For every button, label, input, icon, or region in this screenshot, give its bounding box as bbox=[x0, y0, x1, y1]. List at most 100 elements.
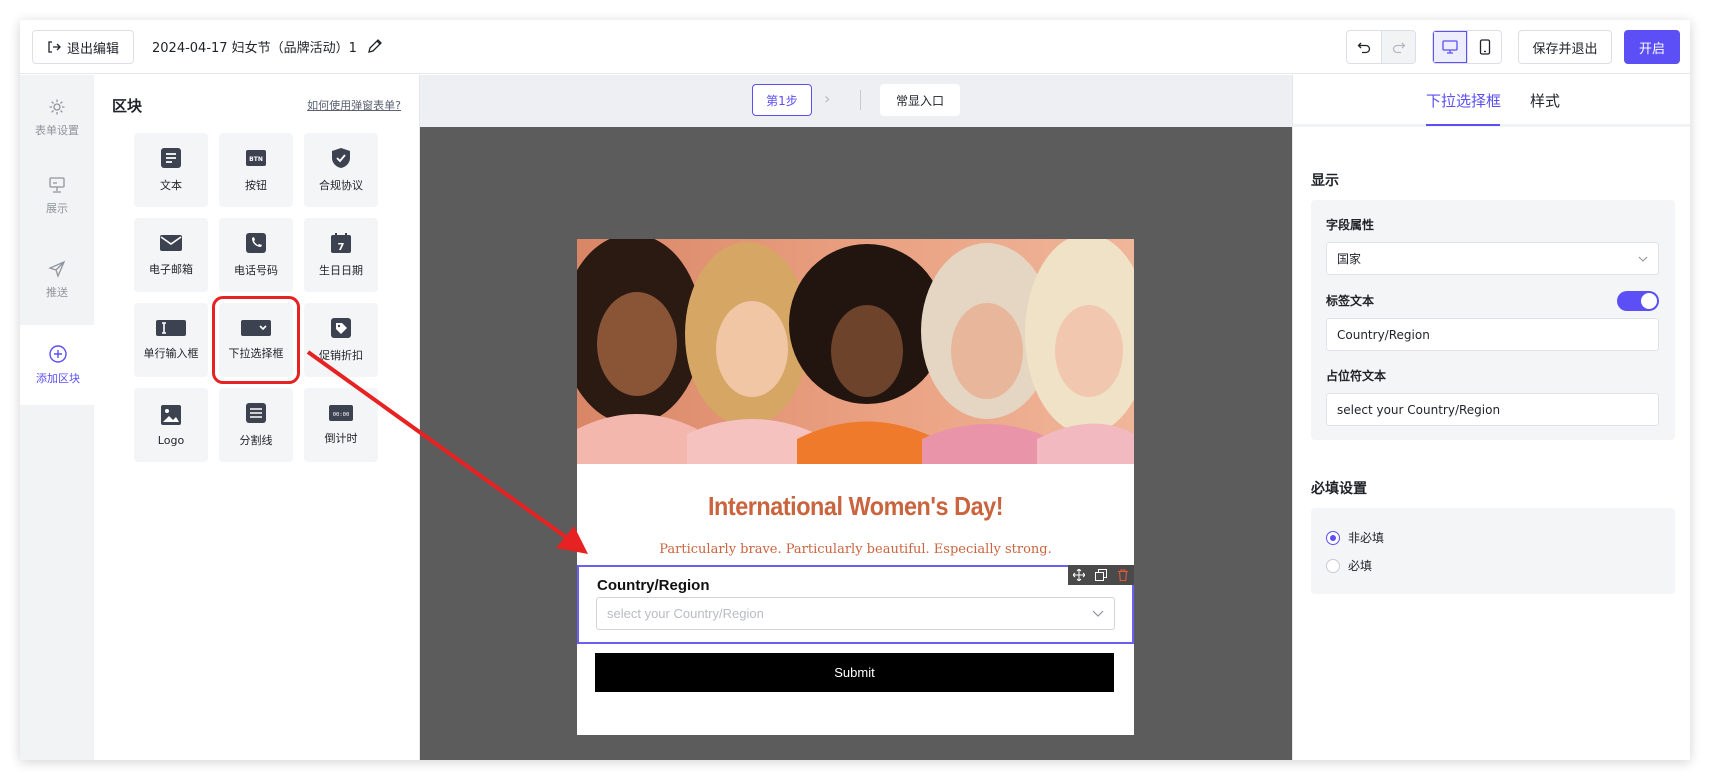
required-section-title: 必填设置 bbox=[1311, 481, 1367, 497]
block-tile-compliance[interactable]: 合规协议 bbox=[304, 133, 378, 207]
popup-headline: International Women's Day! bbox=[707, 491, 1004, 521]
rail-item-form-settings[interactable]: 表单设置 bbox=[20, 79, 94, 157]
radio-required[interactable]: 必填 bbox=[1326, 557, 1372, 574]
mobile-view-button[interactable] bbox=[1467, 31, 1501, 63]
left-rail: 表单设置 展示 推送 添加区块 bbox=[20, 75, 96, 760]
blocks-panel: 区块 如何使用弹窗表单? 文本 BTN 按钮 合规协议 电子邮箱 电话号码 7 … bbox=[94, 75, 420, 760]
popup-form-preview: International Women's Day! Particularly … bbox=[577, 239, 1134, 735]
radio-button[interactable] bbox=[1326, 558, 1340, 573]
mobile-icon bbox=[1479, 39, 1490, 55]
block-tile-label: 电子邮箱 bbox=[149, 263, 193, 276]
save-and-exit-button[interactable]: 保存并退出 bbox=[1518, 30, 1612, 64]
label-text-toggle[interactable] bbox=[1617, 291, 1659, 311]
move-icon[interactable] bbox=[1073, 569, 1085, 581]
label-text-input[interactable]: Country/Region bbox=[1326, 318, 1659, 351]
tab-style[interactable]: 样式 bbox=[1530, 90, 1560, 111]
copy-icon[interactable] bbox=[1095, 569, 1107, 581]
required-settings-card: 非必填 必填 bbox=[1311, 508, 1675, 594]
undo-redo-group bbox=[1346, 30, 1416, 64]
shield-check-icon bbox=[332, 148, 350, 168]
text-icon bbox=[161, 148, 181, 168]
block-tile-countdown[interactable]: 00:00 倒计时 bbox=[304, 388, 378, 462]
device-toggle-group bbox=[1432, 30, 1502, 64]
trash-icon[interactable] bbox=[1117, 569, 1129, 581]
display-settings-card: 字段属性 国家 标签文本 Country/Region 占位符文本 select… bbox=[1311, 200, 1675, 440]
redo-icon bbox=[1392, 42, 1405, 54]
block-tile-phone[interactable]: 电话号码 bbox=[219, 218, 293, 292]
countdown-icon-badge: 00:00 bbox=[333, 412, 350, 418]
help-link[interactable]: 如何使用弹窗表单? bbox=[307, 97, 401, 113]
enable-button[interactable]: 开启 bbox=[1624, 30, 1680, 64]
pencil-icon[interactable] bbox=[366, 37, 384, 55]
radio-optional[interactable]: 非必填 bbox=[1326, 529, 1384, 546]
image-icon bbox=[161, 404, 181, 425]
placeholder-value: select your Country/Region bbox=[1337, 402, 1501, 417]
rail-item-label: 表单设置 bbox=[35, 124, 79, 137]
step-bar: 第1步 › 常显入口 bbox=[420, 75, 1292, 127]
send-icon bbox=[48, 260, 66, 278]
exit-icon bbox=[48, 41, 61, 53]
popup-subline: Particularly brave. Particularly beautif… bbox=[659, 542, 1052, 557]
step-divider bbox=[860, 90, 861, 110]
persistent-entry-button[interactable]: 常显入口 bbox=[880, 84, 960, 116]
block-tile-label: 单行输入框 bbox=[143, 347, 199, 360]
block-tile-label: 促销折扣 bbox=[319, 349, 363, 362]
rail-item-add-block[interactable]: 添加区块 bbox=[20, 325, 96, 405]
placeholder-input[interactable]: select your Country/Region bbox=[1326, 393, 1659, 426]
field-attr-label: 字段属性 bbox=[1326, 218, 1375, 232]
preview-stage: International Women's Day! Particularly … bbox=[420, 127, 1292, 760]
calendar-icon-badge: 7 bbox=[338, 242, 345, 253]
exit-edit-label: 退出编辑 bbox=[66, 41, 119, 57]
button-icon: BTN bbox=[246, 150, 266, 166]
submit-button[interactable]: Submit bbox=[595, 653, 1114, 692]
blocks-title: 区块 bbox=[112, 97, 143, 115]
exit-edit-button[interactable]: 退出编辑 bbox=[32, 30, 134, 64]
editor-window: 退出编辑 2024-04-17 妇女节（品牌活动）1 保存并退出 开启 表单设置… bbox=[20, 20, 1690, 760]
block-tile-email[interactable]: 电子邮箱 bbox=[134, 218, 208, 292]
field-attr-select[interactable]: 国家 bbox=[1326, 242, 1659, 275]
undo-icon bbox=[1357, 42, 1371, 54]
rail-item-display[interactable]: 展示 bbox=[20, 157, 94, 235]
block-tile-label: 下拉选择框 bbox=[228, 347, 284, 360]
phone-icon bbox=[246, 233, 266, 253]
block-tile-label: 电话号码 bbox=[234, 264, 278, 277]
text-input-icon bbox=[156, 320, 186, 336]
desktop-icon bbox=[1442, 40, 1458, 54]
divider-icon bbox=[246, 403, 266, 423]
placeholder-label: 占位符文本 bbox=[1326, 369, 1387, 383]
country-select[interactable]: select your Country/Region bbox=[596, 597, 1115, 630]
field-label: Country/Region bbox=[597, 577, 710, 594]
block-tile-text[interactable]: 文本 bbox=[134, 133, 208, 207]
calendar-icon: 7 bbox=[331, 233, 351, 253]
block-tile-button[interactable]: BTN 按钮 bbox=[219, 133, 293, 207]
block-tile-label: 倒计时 bbox=[324, 432, 358, 445]
block-tile-birthday[interactable]: 7 生日日期 bbox=[304, 218, 378, 292]
block-tile-label: 按钮 bbox=[245, 179, 267, 192]
radio-button-checked[interactable] bbox=[1326, 530, 1340, 545]
display-section-title: 显示 bbox=[1311, 173, 1339, 189]
chevron-right-icon: › bbox=[824, 89, 831, 108]
block-tile-label: 文本 bbox=[160, 179, 182, 192]
tab-dropdown[interactable]: 下拉选择框 bbox=[1426, 90, 1501, 111]
properties-panel: 下拉选择框 样式 显示 字段属性 国家 标签文本 Country/Region … bbox=[1292, 75, 1690, 760]
rail-item-label: 推送 bbox=[46, 286, 68, 299]
block-tile-label: Logo bbox=[157, 433, 185, 447]
undo-button[interactable] bbox=[1347, 31, 1381, 63]
display-icon bbox=[49, 177, 65, 193]
dropdown-icon bbox=[241, 320, 271, 336]
block-tile-divider[interactable]: 分割线 bbox=[219, 388, 293, 462]
desktop-view-button[interactable] bbox=[1433, 31, 1467, 63]
label-text-label: 标签文本 bbox=[1326, 294, 1375, 308]
block-tile-discount[interactable]: 促销折扣 bbox=[304, 303, 378, 377]
block-tile-single-input[interactable]: 单行输入框 bbox=[134, 303, 208, 377]
redo-button[interactable] bbox=[1381, 31, 1415, 63]
rail-item-push[interactable]: 推送 bbox=[20, 241, 94, 319]
field-toolbar bbox=[1068, 565, 1134, 585]
document-title: 2024-04-17 妇女节（品牌活动）1 bbox=[152, 41, 357, 56]
tag-icon bbox=[331, 318, 351, 338]
gear-icon bbox=[49, 99, 65, 115]
step-1-button[interactable]: 第1步 bbox=[752, 84, 812, 116]
block-tile-dropdown[interactable]: 下拉选择框 bbox=[212, 296, 300, 384]
selected-dropdown-field[interactable]: Country/Region select your Country/Regio… bbox=[577, 565, 1134, 644]
block-tile-logo[interactable]: Logo bbox=[134, 388, 208, 462]
